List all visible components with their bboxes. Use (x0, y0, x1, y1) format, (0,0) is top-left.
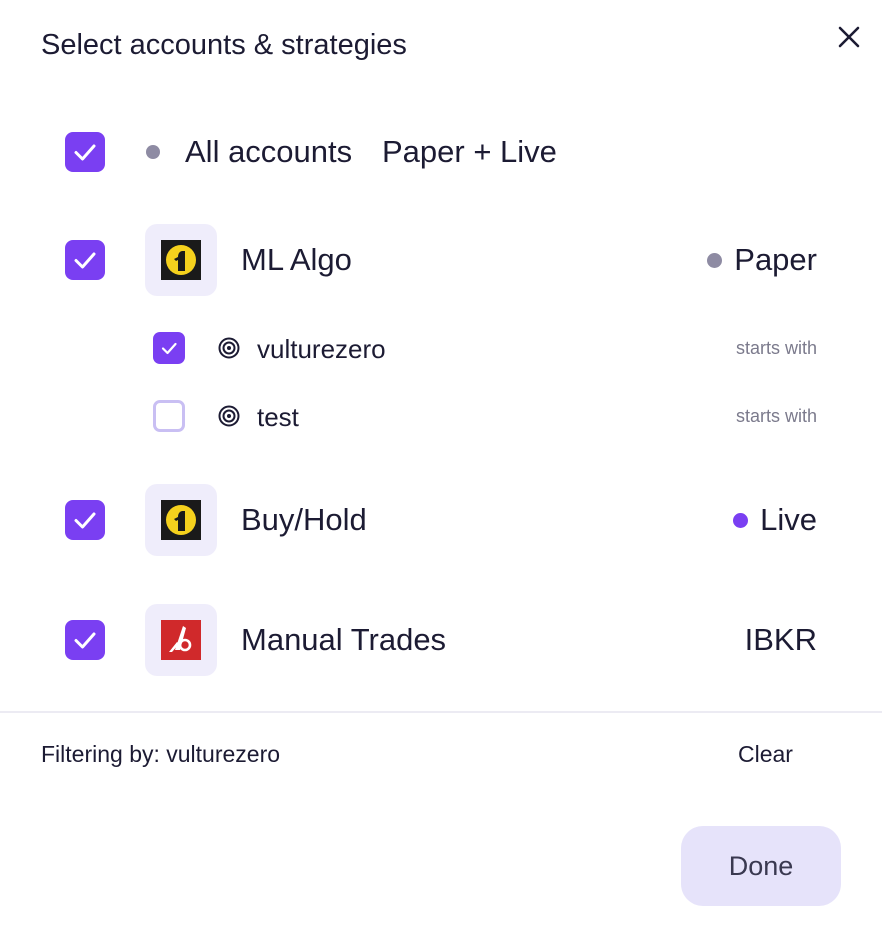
account-status-buy-hold: Live (733, 500, 817, 540)
dialog-title: Select accounts & strategies (41, 29, 407, 61)
target-icon (218, 337, 240, 359)
all-accounts-mode: Paper + Live (382, 134, 557, 169)
account-status-ml-algo: Paper (707, 240, 817, 280)
close-button[interactable] (832, 20, 866, 54)
alpaca-logo-icon (161, 240, 201, 280)
status-label: Paper (734, 242, 817, 277)
strategy-name-vulturezero: vulturezero (257, 334, 386, 364)
select-accounts-dialog: Select accounts & strategies All account… (0, 0, 882, 932)
all-accounts-checkbox[interactable] (65, 132, 105, 172)
ibkr-logo-icon (161, 620, 201, 660)
strategy-checkbox-test[interactable] (153, 400, 185, 432)
strategy-row-test[interactable]: test starts with (0, 400, 882, 434)
account-logo-ml-algo (145, 224, 217, 296)
account-checkbox-ml-algo[interactable] (65, 240, 105, 280)
target-icon (218, 405, 240, 427)
account-row-manual-trades[interactable]: Manual Trades IBKR (0, 604, 882, 676)
done-button[interactable]: Done (681, 826, 841, 906)
account-status-manual-trades: IBKR (745, 620, 817, 660)
account-logo-manual-trades (145, 604, 217, 676)
all-accounts-dot (146, 145, 160, 159)
checkmark-icon (161, 342, 177, 355)
strategy-checkbox-vulturezero[interactable] (153, 332, 185, 364)
checkmark-icon (74, 512, 96, 529)
account-checkbox-manual-trades[interactable] (65, 620, 105, 660)
strategy-match-vulturezero[interactable]: starts with (736, 336, 817, 360)
account-name-ml-algo: ML Algo (241, 242, 352, 277)
all-accounts-label: All accounts (185, 134, 353, 169)
status-label: Live (760, 502, 817, 537)
account-name-manual-trades: Manual Trades (241, 622, 447, 657)
close-icon (838, 26, 860, 48)
strategy-name-test: test (257, 402, 299, 432)
checkmark-icon (74, 252, 96, 269)
strategy-row-vulturezero[interactable]: vulturezero starts with (0, 332, 882, 366)
account-row-buy-hold[interactable]: Buy/Hold Live (0, 484, 882, 556)
checkmark-icon (74, 144, 96, 161)
account-name-buy-hold: Buy/Hold (241, 502, 367, 537)
filter-summary: Filtering by: vulturezero (41, 741, 281, 767)
footer-divider (0, 711, 882, 713)
status-dot (733, 512, 749, 528)
strategy-match-test[interactable]: starts with (736, 404, 817, 428)
status-label: IBKR (744, 622, 817, 657)
account-row-ml-algo[interactable]: ML Algo Paper (0, 224, 882, 296)
account-logo-buy-hold (145, 484, 217, 556)
account-checkbox-buy-hold[interactable] (65, 500, 105, 540)
clear-button[interactable]: Clear (738, 740, 793, 768)
alpaca-logo-icon (161, 500, 201, 540)
all-accounts-row[interactable]: All accounts Paper + Live (0, 132, 882, 172)
status-dot (707, 252, 723, 268)
checkmark-icon (74, 632, 96, 649)
